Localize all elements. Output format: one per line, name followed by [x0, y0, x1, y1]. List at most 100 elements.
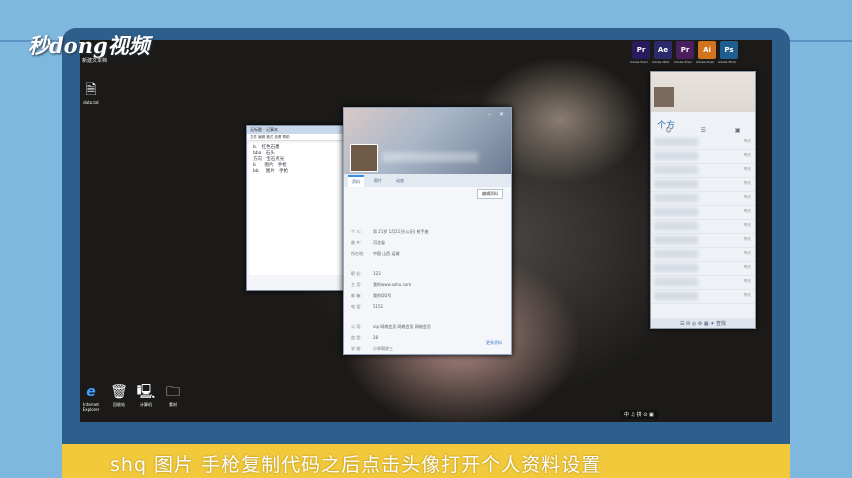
field-value: 河北省 — [373, 240, 385, 245]
qq-contact-list: 昨天 昨天 昨天 昨天 昨天 昨天 昨天 昨天 昨天 昨天 昨天 昨天 — [651, 136, 755, 304]
field-label: 所在地: — [351, 251, 365, 256]
desktop-icon-ie[interactable]: e Internet Explorer — [76, 384, 106, 412]
contact-time: 昨天 — [744, 167, 751, 171]
tab-photos[interactable]: 照片 — [370, 176, 386, 186]
blurred-contact — [654, 278, 698, 286]
photoshop-app-icon[interactable]: Ps — [720, 41, 738, 59]
blurred-contact — [654, 264, 698, 272]
list-item[interactable]: 昨天 — [651, 248, 755, 262]
field-value: 5151 — [373, 304, 384, 309]
profile-fields: 个 人: 男 21岁 1月21日(公历) 射手座故 乡: 河北省所在地: 中国 山西 … — [351, 226, 431, 354]
pinned-app-labels: Adobe Premiere Adobe After Effects Adobe… — [630, 60, 736, 64]
list-item[interactable]: 昨天 — [651, 234, 755, 248]
blurred-contact — [654, 166, 698, 174]
list-item[interactable]: 昨天 — [651, 220, 755, 234]
system-tray[interactable]: 中 ♫ 拼 ⊙ ▣ — [620, 410, 658, 419]
notepad-menu[interactable]: 文件 编辑 格式 查看 帮助 — [247, 134, 347, 141]
field-value: 我的QQ号 — [373, 293, 392, 298]
tab-info[interactable]: 资料 — [348, 174, 364, 187]
profile-field: 血 型: 28 — [351, 332, 431, 343]
more-info-link[interactable]: 更多资料 — [486, 340, 502, 346]
profile-field: 邮 箱: 我的QQ号 — [351, 290, 431, 301]
list-item[interactable]: 昨天 — [651, 150, 755, 164]
qq-main-panel: 个方 ☺ ☰ ▣ 昨天 昨天 昨天 昨天 昨天 昨天 昨天 昨天 昨天 昨天 昨天 昨天 ☰ ✉ ◎ … — [650, 71, 756, 329]
desktop-icon-label: data.txt — [83, 100, 99, 105]
field-label: 职 业: — [351, 271, 362, 276]
list-item[interactable]: 昨天 — [651, 276, 755, 290]
desktop-icon-label: 计算机 — [140, 402, 152, 407]
brand-logo: 秒dong视频 — [28, 33, 150, 58]
field-label: 血 型: — [351, 335, 362, 340]
blurred-contact — [654, 292, 698, 300]
app-label: Adobe Photoshop — [718, 60, 736, 64]
pinned-apps: Pr Ae Pr Ai Ps — [632, 41, 738, 59]
edit-profile-button[interactable]: 编辑资料 — [477, 189, 503, 199]
contact-time: 昨天 — [744, 279, 751, 283]
app-label: Adobe Premiere — [674, 60, 692, 64]
notepad-window: 无标题 - 记事本 文件 编辑 格式 查看 帮助 b. 红色石墨 bba 石头 … — [246, 125, 348, 291]
qq-avatar[interactable] — [654, 87, 674, 107]
qq-tab-icons: ☺ ☰ ▣ — [651, 127, 755, 134]
contact-time: 昨天 — [744, 139, 751, 143]
field-value: 男 21岁 1月21日(公历) 射手座 — [373, 229, 429, 234]
list-item[interactable]: 昨天 — [651, 178, 755, 192]
after-effects-app-icon[interactable]: Ae — [654, 41, 672, 59]
field-value: 28 — [373, 335, 379, 340]
field-gap — [351, 259, 431, 268]
field-label: 邮 箱: — [351, 293, 362, 298]
contact-time: 昨天 — [744, 195, 751, 199]
premiere-app-icon[interactable]: Pr — [676, 41, 694, 59]
app-label: Adobe Illustrator — [696, 60, 714, 64]
field-value: 我的www.sohu.com — [373, 282, 412, 287]
window-controls[interactable]: – ✕ — [488, 111, 507, 118]
field-value: 123 — [373, 271, 381, 276]
field-value: vip 网络会员 网络会员 网络会员 — [373, 324, 431, 329]
qq-bottom-toolbar[interactable]: ☰ ✉ ◎ ⚙ ▦ ✦ 查找 — [651, 318, 755, 328]
profile-field: 电 话: 5151 — [351, 301, 431, 312]
profile-field: 学 校: 小学同学三 — [351, 343, 431, 354]
desktop-icon-computer[interactable]: 🖳 计算机 — [131, 384, 161, 408]
field-label: 学 校: — [351, 346, 362, 351]
list-item[interactable]: 昨天 — [651, 206, 755, 220]
contacts-icon[interactable]: ☰ — [701, 127, 706, 134]
profile-field: 公 司: vip 网络会员 网络会员 网络会员 — [351, 321, 431, 332]
profile-field: 个 人: 男 21岁 1月21日(公历) 射手座 — [351, 226, 431, 237]
folder-icon: 🗀 — [166, 384, 180, 400]
group-icon[interactable]: ▣ — [735, 127, 741, 134]
tab-feed[interactable]: 动态 — [392, 176, 408, 186]
field-label: 个 人: — [351, 229, 362, 234]
list-item[interactable]: 昨天 — [651, 290, 755, 304]
blurred-contact — [654, 194, 698, 202]
desktop-icon-recycle[interactable]: 🗑 回收站 — [104, 384, 134, 408]
brand-sublabel: 新建文本档 — [82, 58, 108, 64]
profile-name-blurred — [382, 152, 478, 162]
contact-time: 昨天 — [744, 293, 751, 297]
list-item[interactable]: 昨天 — [651, 262, 755, 276]
list-item[interactable]: 昨天 — [651, 136, 755, 150]
list-item[interactable]: 昨天 — [651, 192, 755, 206]
blurred-contact — [654, 152, 698, 160]
premiere-app-icon[interactable]: Pr — [632, 41, 650, 59]
illustrator-app-icon[interactable]: Ai — [698, 41, 716, 59]
profile-field: 故 乡: 河北省 — [351, 237, 431, 248]
field-value: 中国 山西 运城 — [373, 251, 400, 256]
desktop-icon-label: 素材 — [169, 402, 177, 407]
desktop-icon-label: 回收站 — [113, 402, 125, 407]
field-label: 公 司: — [351, 324, 362, 329]
profile-window: – ✕ 资料 照片 动态 编辑资料 个 人: 男 21岁 1月21日(公历) 射手… — [343, 107, 512, 355]
notepad-title[interactable]: 无标题 - 记事本 — [247, 126, 347, 134]
field-label: 故 乡: — [351, 240, 362, 245]
blurred-contact — [654, 236, 698, 244]
profile-avatar[interactable] — [350, 144, 378, 172]
list-item[interactable]: 昨天 — [651, 164, 755, 178]
desktop-icon-file[interactable]: 🗎 data.txt — [76, 82, 106, 105]
computer-icon: 🖳 — [136, 384, 156, 400]
chat-icon[interactable]: ☺ — [665, 127, 671, 134]
app-label: Adobe Premiere — [630, 60, 648, 64]
qq-header — [651, 72, 755, 112]
notepad-text[interactable]: b. 红色石墨 bba 石头 方向 宝石点光 b 图片 手枪 bb 图片 手枪 — [249, 143, 345, 275]
desktop-icon-folder[interactable]: 🗀 素材 — [158, 384, 188, 408]
contact-time: 昨天 — [744, 223, 751, 227]
caption-text: shq 图片 手枪复制代码之后点击头像打开个人资料设置 — [110, 454, 602, 476]
field-gap — [351, 312, 431, 321]
